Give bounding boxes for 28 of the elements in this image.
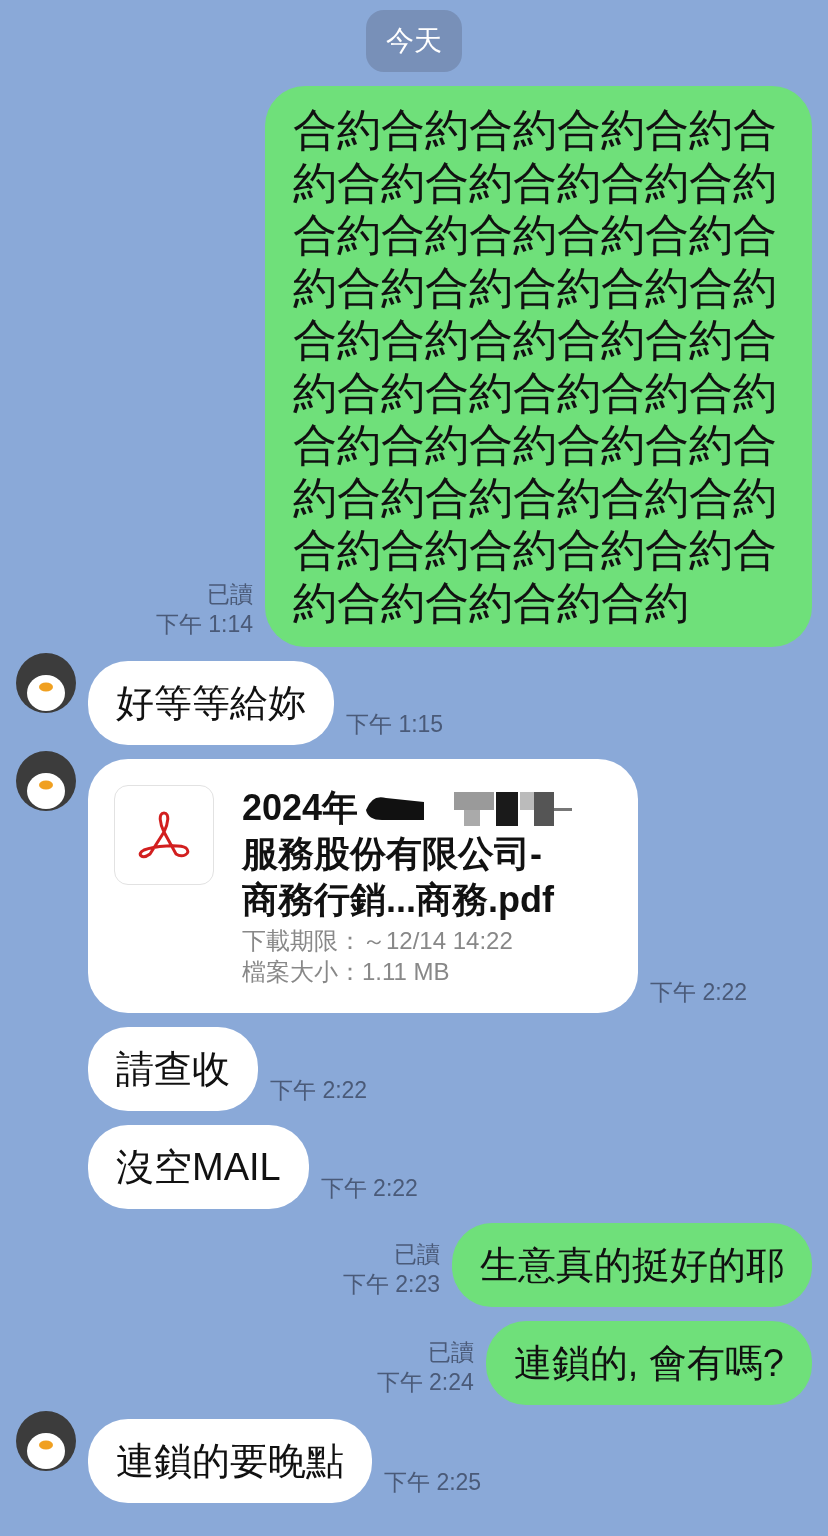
message-bubble: 沒空MAIL [88,1125,309,1209]
file-name: 商務行銷...商務.pdf [242,878,555,922]
date-label: 今天 [366,10,462,72]
message-bubble: 生意真的挺好的耶 [452,1223,812,1307]
read-receipt: 已讀 [394,1240,440,1269]
timestamp: 下午 1:15 [346,710,444,739]
timestamp: 下午 2:22 [270,1076,368,1105]
timestamp: 下午 2:23 [342,1270,440,1299]
timestamp: 下午 2:24 [376,1368,474,1397]
message-bubble: 請查收 [88,1027,258,1111]
file-name: 2024年 [242,786,359,830]
timestamp: 下午 1:14 [155,610,253,639]
timestamp: 下午 2:22 [650,978,748,1007]
message-bubble: 連鎖的要晚點 [88,1419,372,1503]
message-bubble: 連鎖的, 會有嗎? [485,1321,812,1405]
file-size: 檔案大小：1.11 MB [242,957,451,987]
file-name: 服務股份有限公司- [242,832,543,876]
pdf-icon [114,785,214,885]
penguin-avatar[interactable] [16,1411,76,1471]
penguin-avatar[interactable] [16,653,76,713]
read-receipt: 已讀 [207,580,253,609]
penguin-avatar[interactable] [16,751,76,811]
read-receipt: 已讀 [427,1338,474,1367]
timestamp: 下午 2:22 [320,1174,418,1203]
message-bubble: 好等等給妳 [88,661,334,745]
download-expiry: 下載期限：～12/14 14:22 [242,926,514,956]
message-bubble: 合約合約合約合約合約合約合約合約合約合約合約合約合約合約合約合約合約合約合約合約合約合約合約合約合約合約合約合約合約合約合約合約合約合約合約合約合約合約合約合約合約合約合約合約合約合約合約合約合約合約合約合約合約合約 [265,86,812,647]
timestamp: 下午 2:25 [384,1468,482,1497]
